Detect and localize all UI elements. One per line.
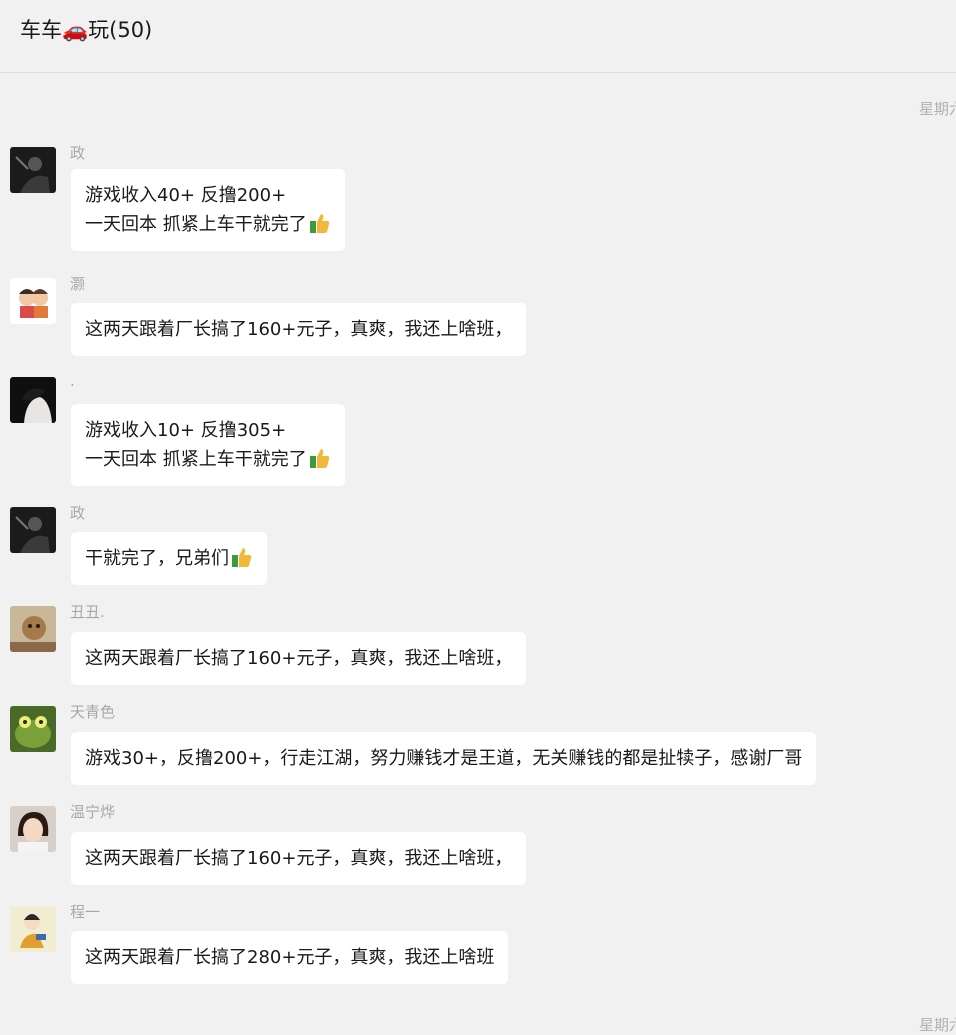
avatar[interactable] [10, 606, 56, 652]
chat-header: 车车🚗玩(50) [0, 0, 956, 73]
message-text-line: 一天回本 抓紧上车干就完了 [85, 445, 331, 474]
thumbs-up-icon [232, 548, 252, 567]
message-text-line: 这两天跟着厂长搞了160+元子，真爽，我还上啥班， [85, 319, 513, 340]
avatar[interactable] [10, 507, 56, 553]
sender-name: 政 [70, 504, 86, 522]
sender-name: 丑丑. [70, 603, 105, 621]
message-bubble[interactable]: 干就完了，兄弟们 [71, 532, 267, 585]
avatar[interactable] [10, 706, 56, 752]
message-text-line: 这两天跟着厂长搞了160+元子，真爽，我还上啥班， [85, 648, 513, 669]
message-text-line: 这两天跟着厂长搞了280+元子，真爽，我还上啥班 [85, 947, 495, 968]
message-text: 一天回本 抓紧上车干就完了 [85, 449, 307, 470]
sender-name: 灏 [70, 275, 86, 293]
message-bubble[interactable]: 这两天跟着厂长搞了160+元子，真爽，我还上啥班， [71, 303, 527, 356]
avatar[interactable] [10, 147, 56, 193]
message-bubble[interactable]: 这两天跟着厂长搞了160+元子，真爽，我还上啥班， [71, 832, 527, 885]
message-text-line: 游戏收入40+ 反撸200+ [85, 185, 287, 206]
message-text: 干就完了，兄弟们 [85, 548, 229, 569]
chat-title: 车车🚗玩(50) [20, 18, 153, 42]
message-text-line: 游戏30+，反撸200+，行走江湖，努力赚钱才是王道，无关赚钱的都是扯犊子，感谢… [85, 748, 803, 769]
message-bubble[interactable]: 游戏收入40+ 反撸200+ 一天回本 抓紧上车干就完了 [71, 169, 345, 251]
sender-name: . [70, 372, 75, 390]
avatar[interactable] [10, 377, 56, 423]
message-bubble[interactable]: 这两天跟着厂长搞了280+元子，真爽，我还上啥班 [71, 931, 509, 984]
message-text: 一天回本 抓紧上车干就完了 [85, 214, 307, 235]
message-bubble[interactable]: 这两天跟着厂长搞了160+元子，真爽，我还上啥班， [71, 632, 527, 685]
thumbs-up-icon [309, 214, 330, 233]
avatar[interactable] [10, 806, 56, 852]
message-text-line: 这两天跟着厂长搞了160+元子，真爽，我还上啥班， [85, 848, 513, 869]
sender-name: 天青色 [70, 703, 116, 721]
message-text-line: 干就完了，兄弟们 [85, 544, 253, 573]
message-bubble[interactable]: 游戏收入10+ 反撸305+ 一天回本 抓紧上车干就完了 [71, 404, 345, 486]
message-bubble[interactable]: 游戏30+，反撸200+，行走江湖，努力赚钱才是王道，无关赚钱的都是扯犊子，感谢… [71, 732, 817, 785]
date-separator: 星期六 [918, 100, 956, 118]
sender-name: 程一 [70, 903, 101, 921]
avatar[interactable] [10, 278, 56, 324]
message-text-line: 游戏收入10+ 反撸305+ [85, 420, 287, 441]
sender-name: 政 [70, 144, 86, 162]
sender-name: 温宁烨 [70, 803, 116, 821]
message-text-line: 一天回本 抓紧上车干就完了 [85, 210, 331, 239]
date-separator: 星期六 [918, 1016, 956, 1034]
thumbs-up-icon [309, 449, 330, 468]
avatar[interactable] [10, 906, 56, 952]
